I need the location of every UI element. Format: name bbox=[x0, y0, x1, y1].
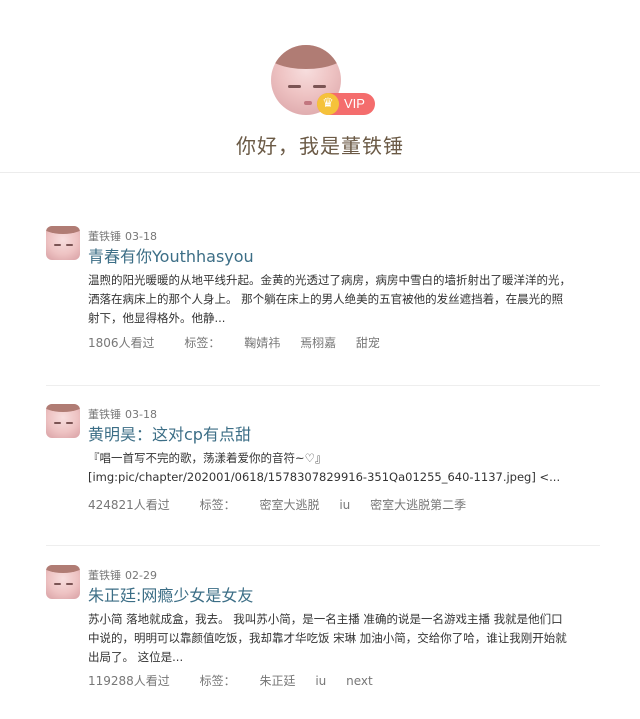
excerpt-line: 射下，他显得格外。他静... bbox=[88, 311, 226, 325]
tag-link[interactable]: 甜宠 bbox=[356, 334, 380, 351]
post-title[interactable]: 黄明昊：这对cp有点甜 bbox=[88, 421, 251, 445]
excerpt-line: 中说的，明明可以靠颜值吃饭，我却靠才华吃饭 宋琳 加油小简，交给你了哈，谁让我刚… bbox=[88, 631, 567, 645]
post-excerpt[interactable]: 温煦的阳光暖暖的从地平线升起。金黄的光透过了病房，病房中雪白的墙折射出了暖洋洋的… bbox=[88, 271, 604, 328]
profile-greeting: 你好，我是董铁锤 bbox=[236, 134, 404, 158]
tags-label: 标签： bbox=[184, 336, 221, 350]
post-title[interactable]: 青春有你Youthhasyou bbox=[88, 243, 254, 267]
author-name[interactable]: 董铁锤 bbox=[88, 230, 121, 243]
post-date: 03-18 bbox=[125, 408, 157, 421]
excerpt-line: [img:pic/chapter/202001/0618/15783078299… bbox=[88, 470, 561, 484]
tag-link[interactable]: 密室大逃脱 bbox=[259, 496, 319, 513]
post-date: 03-18 bbox=[125, 230, 157, 243]
profile-header: ♛ VIP 你好，我是董铁锤 bbox=[0, 0, 640, 173]
author-avatar[interactable] bbox=[46, 226, 80, 260]
tags-label: 标签： bbox=[199, 674, 236, 688]
author-avatar[interactable] bbox=[46, 404, 80, 438]
tag-link[interactable]: iu bbox=[339, 498, 350, 512]
excerpt-line: 洒落在病床上的那个人身上。 那个躺在床上的男人绝美的五官被他的发丝遮挡着，在晨光… bbox=[88, 292, 564, 306]
post-date: 02-29 bbox=[125, 569, 157, 582]
view-count: 424821人看过 bbox=[88, 498, 170, 512]
excerpt-line: 『唱一首写不完的歌，荡漾着爱你的音符~♡』 bbox=[88, 451, 327, 465]
tag-link[interactable]: 密室大逃脱第二季 bbox=[370, 496, 466, 513]
tag-link[interactable]: 鞠婧祎 bbox=[244, 334, 280, 351]
post-meta: 董铁锤 03-18 bbox=[88, 406, 157, 422]
post-excerpt[interactable]: 『唱一首写不完的歌，荡漾着爱你的音符~♡』 [img:pic/chapter/2… bbox=[88, 449, 604, 487]
view-count: 119288人看过 bbox=[88, 674, 170, 688]
tags-label: 标签： bbox=[199, 498, 236, 512]
tag-link[interactable]: 焉栩嘉 bbox=[300, 334, 336, 351]
crown-icon: ♛ bbox=[317, 93, 339, 115]
tag-link[interactable]: iu bbox=[315, 674, 326, 688]
post-meta: 董铁锤 02-29 bbox=[88, 567, 157, 583]
post-excerpt[interactable]: 苏小简 落地就成盒，我去。 我叫苏小简，是一名主播 准确的说是一名游戏主播 我就… bbox=[88, 610, 604, 667]
post-stats: 1806人看过 标签： 鞠婧祎 焉栩嘉 甜宠 bbox=[88, 334, 396, 351]
author-avatar[interactable] bbox=[46, 565, 80, 599]
excerpt-line: 出局了。 这位是... bbox=[88, 650, 184, 664]
post-title[interactable]: 朱正廷:网瘾少女是女友 bbox=[88, 582, 253, 606]
post-meta: 董铁锤 03-18 bbox=[88, 228, 157, 244]
vip-label: VIP bbox=[344, 96, 365, 111]
post-stats: 424821人看过 标签： 密室大逃脱 iu 密室大逃脱第二季 bbox=[88, 496, 482, 513]
tag-link[interactable]: next bbox=[346, 674, 373, 688]
view-count: 1806人看过 bbox=[88, 336, 155, 350]
excerpt-line: 温煦的阳光暖暖的从地平线升起。金黄的光透过了病房，病房中雪白的墙折射出了暖洋洋的… bbox=[88, 273, 571, 287]
author-name[interactable]: 董铁锤 bbox=[88, 408, 121, 421]
post-divider bbox=[46, 385, 600, 386]
post-stats: 119288人看过 标签： 朱正廷 iu next bbox=[88, 672, 389, 689]
vip-badge: ♛ VIP bbox=[317, 93, 375, 115]
tag-link[interactable]: 朱正廷 bbox=[259, 672, 295, 689]
author-name[interactable]: 董铁锤 bbox=[88, 569, 121, 582]
excerpt-line: 苏小简 落地就成盒，我去。 我叫苏小简，是一名主播 准确的说是一名游戏主播 我就… bbox=[88, 612, 563, 626]
post-divider bbox=[46, 545, 600, 546]
